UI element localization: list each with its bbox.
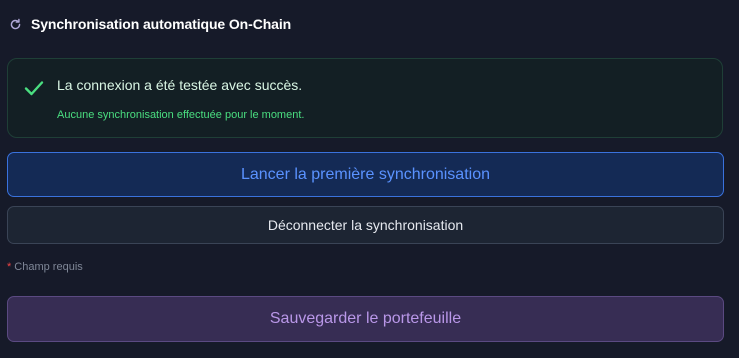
save-wallet-button[interactable]: Sauvegarder le portefeuille <box>7 296 724 342</box>
disconnect-sync-button[interactable]: Déconnecter la synchronisation <box>7 206 724 244</box>
section-title: Synchronisation automatique On-Chain <box>31 16 292 32</box>
connection-status-panel: La connexion a été testée avec succès. A… <box>7 58 723 138</box>
status-message: La connexion a été testée avec succès. <box>57 77 303 93</box>
check-icon <box>24 79 44 97</box>
status-detail: Aucune synchronisation effectuée pour le… <box>57 109 305 121</box>
required-field-note: * Champ requis <box>7 261 83 273</box>
required-field-text: Champ requis <box>14 261 83 273</box>
start-sync-button[interactable]: Lancer la première synchronisation <box>7 152 724 197</box>
required-star: * <box>7 261 12 273</box>
section-header: Synchronisation automatique On-Chain <box>9 14 291 34</box>
refresh-icon <box>9 18 22 31</box>
